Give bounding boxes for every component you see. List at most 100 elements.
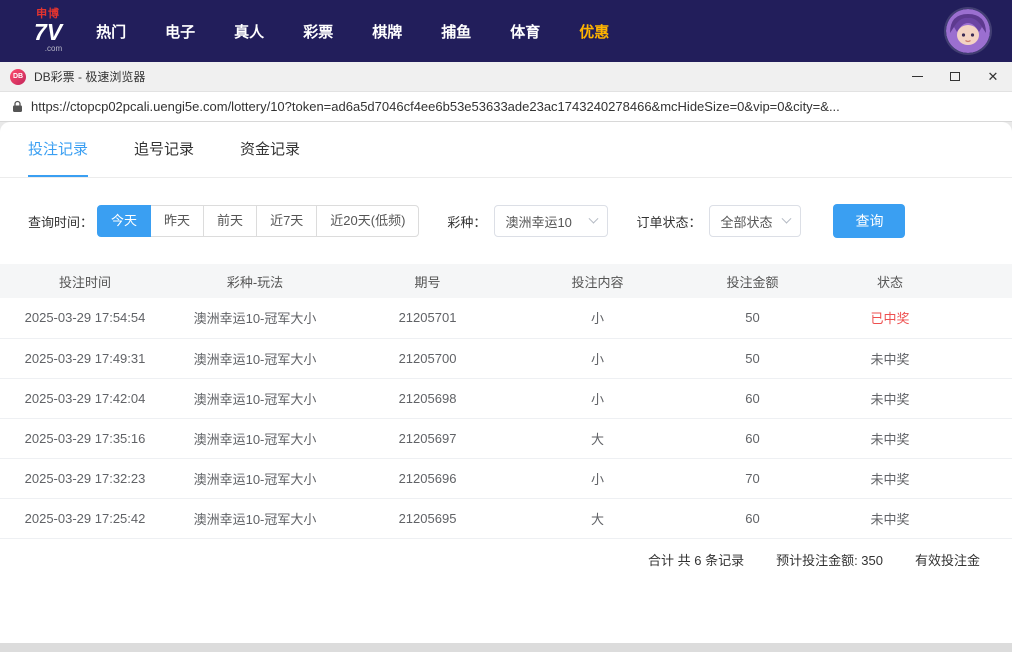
cell-game: 澳洲幸运10-冠军大小	[170, 498, 340, 539]
horizontal-scrollbar[interactable]	[0, 643, 1012, 652]
cell-amount: 50	[680, 338, 825, 379]
col-header-status: 状态	[825, 264, 955, 298]
maximize-button[interactable]	[936, 62, 974, 91]
nav-item-slots[interactable]: 电子	[165, 21, 195, 42]
table-row: 2025-03-29 17:35:16 澳洲幸运10-冠军大小 21205697…	[0, 418, 1012, 459]
cell-amount: 50	[680, 298, 825, 339]
table-header-row: 投注时间 彩种-玩法 期号 投注内容 投注金额 状态	[0, 264, 1012, 298]
lock-icon	[12, 100, 23, 113]
page-background: 投注记录 追号记录 资金记录 查询时间： 今天 昨天 前天 近7天 近20天(低…	[0, 122, 1012, 652]
cell-time: 2025-03-29 17:49:31	[0, 338, 170, 379]
nav-item-promos[interactable]: 优惠	[579, 21, 609, 42]
cell-status: 未中奖	[825, 338, 955, 379]
nav-item-live[interactable]: 真人	[234, 21, 264, 42]
summary-valid: 有效投注金	[915, 553, 981, 568]
cell-status: 已中奖	[825, 298, 955, 339]
cell-issue: 21205696	[340, 458, 515, 499]
table-row: 2025-03-29 17:25:42 澳洲幸运10-冠军大小 21205695…	[0, 498, 1012, 539]
browser-urlbar[interactable]: https://ctopcp02pcali.uengi5e.com/lotter…	[0, 92, 1012, 122]
cell-time: 2025-03-29 17:32:23	[0, 458, 170, 499]
time-btn-20days[interactable]: 近20天(低频)	[316, 205, 420, 237]
cell-issue: 21205697	[340, 418, 515, 459]
minimize-icon	[911, 76, 923, 77]
time-range-group: 今天 昨天 前天 近7天 近20天(低频)	[97, 205, 420, 237]
nav-item-fishing[interactable]: 捕鱼	[441, 21, 471, 42]
time-btn-yesterday[interactable]: 昨天	[150, 205, 205, 237]
cell-game: 澳洲幸运10-冠军大小	[170, 458, 340, 499]
lottery-type-label: 彩种：	[447, 214, 487, 230]
time-btn-7days[interactable]: 近7天	[256, 205, 318, 237]
summary-row: 合计 共 6 条记录 预计投注金额: 350 有效投注金	[0, 539, 1012, 581]
cell-status: 未中奖	[825, 418, 955, 459]
cell-content: 小	[515, 338, 680, 379]
query-time-label: 查询时间：	[28, 214, 94, 230]
window-controls: ✕	[898, 62, 1012, 91]
col-header-content: 投注内容	[515, 264, 680, 298]
col-header-time: 投注时间	[0, 264, 170, 298]
browser-titlebar: DB DB彩票 - 极速浏览器 ✕	[0, 62, 1012, 92]
close-button[interactable]: ✕	[974, 62, 1012, 91]
col-header-filler	[955, 264, 1012, 298]
cell-time: 2025-03-29 17:42:04	[0, 378, 170, 419]
time-btn-today[interactable]: 今天	[97, 205, 152, 237]
cell-game: 澳洲幸运10-冠军大小	[170, 418, 340, 459]
cell-issue: 21205698	[340, 378, 515, 419]
cell-content: 大	[515, 498, 680, 539]
nav-item-sports[interactable]: 体育	[510, 21, 540, 42]
nav-item-cards[interactable]: 棋牌	[372, 21, 402, 42]
bet-records-table: 投注时间 彩种-玩法 期号 投注内容 投注金额 状态 2025-03-29 17…	[0, 264, 1012, 539]
minimize-button[interactable]	[898, 62, 936, 91]
avatar-image	[946, 9, 990, 53]
cell-amount: 70	[680, 458, 825, 499]
tab-bet-records[interactable]: 投注记录	[28, 122, 89, 177]
filter-row: 查询时间： 今天 昨天 前天 近7天 近20天(低频) 彩种： 澳洲幸运10 订…	[28, 204, 1012, 238]
cell-time: 2025-03-29 17:54:54	[0, 298, 170, 339]
main-nav: 热门 电子 真人 彩票 棋牌 捕鱼 体育 优惠	[96, 21, 609, 42]
close-icon: ✕	[987, 69, 999, 84]
cell-game: 澳洲幸运10-冠军大小	[170, 338, 340, 379]
record-tabs: 投注记录 追号记录 资金记录	[0, 122, 1012, 178]
query-button[interactable]: 查询	[833, 204, 906, 238]
order-status-select[interactable]: 全部状态	[709, 205, 802, 237]
order-status-value: 全部状态	[720, 214, 773, 230]
site-header: 申博 7V .com 热门 电子 真人 彩票 棋牌 捕鱼 体育 优惠	[0, 0, 1012, 62]
cell-game: 澳洲幸运10-冠军大小	[170, 378, 340, 419]
tab-chase-records[interactable]: 追号记录	[134, 122, 194, 177]
table-row: 2025-03-29 17:49:31 澳洲幸运10-冠军大小 21205700…	[0, 338, 1012, 379]
nav-item-lottery[interactable]: 彩票	[303, 21, 333, 42]
chevron-down-icon	[782, 213, 792, 224]
cell-game: 澳洲幸运10-冠军大小	[170, 298, 340, 339]
time-btn-daybefore[interactable]: 前天	[203, 205, 258, 237]
logo-suffix-text: .com	[44, 44, 63, 53]
cell-content: 小	[515, 378, 680, 419]
table-row: 2025-03-29 17:42:04 澳洲幸运10-冠军大小 21205698…	[0, 378, 1012, 419]
lottery-record-panel: 投注记录 追号记录 资金记录 查询时间： 今天 昨天 前天 近7天 近20天(低…	[0, 122, 1012, 652]
col-header-issue: 期号	[340, 264, 515, 298]
cell-time: 2025-03-29 17:35:16	[0, 418, 170, 459]
cell-amount: 60	[680, 418, 825, 459]
order-status-label: 订单状态：	[636, 214, 702, 230]
logo-main-text: 7V	[34, 19, 63, 45]
cell-status: 未中奖	[825, 458, 955, 499]
tab-fund-records[interactable]: 资金记录	[240, 122, 300, 177]
cell-time: 2025-03-29 17:25:42	[0, 498, 170, 539]
lottery-type-value: 澳洲幸运10	[505, 214, 572, 230]
col-header-amount: 投注金额	[680, 264, 825, 298]
cell-issue: 21205695	[340, 498, 515, 539]
cell-amount: 60	[680, 498, 825, 539]
user-avatar[interactable]	[946, 9, 990, 53]
cell-amount: 60	[680, 378, 825, 419]
summary-total: 合计 共 6 条记录	[648, 553, 745, 568]
cell-status: 未中奖	[825, 498, 955, 539]
nav-item-hot[interactable]: 热门	[96, 21, 126, 42]
site-logo[interactable]: 申博 7V .com	[34, 9, 62, 53]
browser-favicon: DB	[10, 68, 26, 85]
summary-expected: 预计投注金额: 350	[776, 553, 883, 568]
url-text[interactable]: https://ctopcp02pcali.uengi5e.com/lotter…	[31, 99, 840, 114]
window-title: DB彩票 - 极速浏览器	[34, 70, 146, 84]
cell-content: 大	[515, 418, 680, 459]
cell-issue: 21205700	[340, 338, 515, 379]
chevron-down-icon	[588, 213, 599, 224]
cell-content: 小	[515, 458, 680, 499]
lottery-type-select[interactable]: 澳洲幸运10	[494, 205, 609, 237]
